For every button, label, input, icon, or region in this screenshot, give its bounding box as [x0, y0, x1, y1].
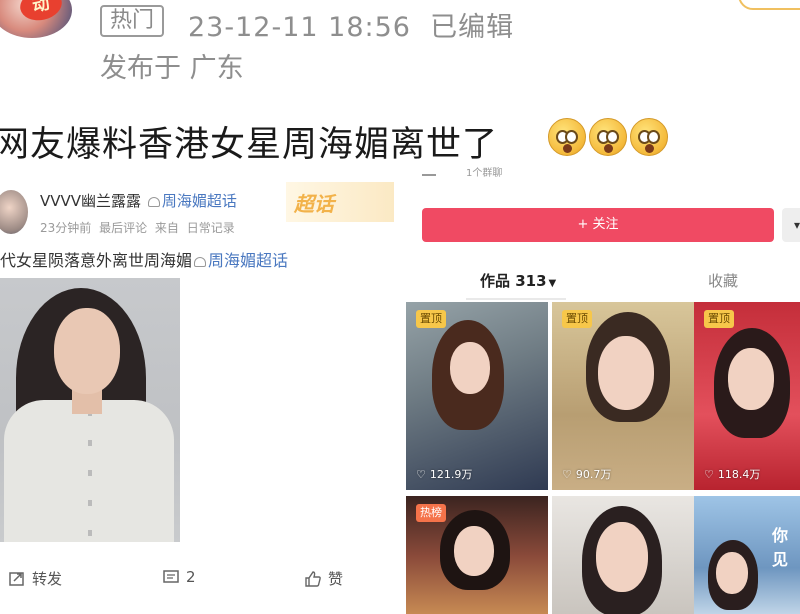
- tile-banner-text: 你见: [772, 526, 789, 569]
- post-headline: 网友爆料香港女星周海媚离世了: [0, 125, 499, 165]
- embedded-post-screenshot: VVVV幽兰露露 周海媚超话 超话 23分钟前 最后评论 来自 日常记录 代女星…: [0, 182, 394, 614]
- video-tile[interactable]: 置顶 ♡ 118.4万: [694, 302, 800, 490]
- shocked-emoji-icon: [548, 118, 586, 156]
- like-button[interactable]: 赞: [304, 568, 343, 589]
- timestamp-text: 23-12-11 18:56: [188, 12, 411, 43]
- video-tile[interactable]: 置顶 ♡ 121.9万: [406, 302, 548, 490]
- hotlist-badge: 热榜: [416, 504, 446, 522]
- follow-pill[interactable]: [738, 0, 800, 10]
- comment-icon: [163, 570, 179, 583]
- tab-indicator: [466, 298, 566, 300]
- heart-icon: ♡: [704, 467, 714, 481]
- thumbs-up-icon: [305, 570, 321, 587]
- group-icon: [422, 170, 436, 176]
- repost-button[interactable]: 转发: [8, 568, 62, 589]
- embedded-user-line: VVVV幽兰露露 周海媚超话: [40, 190, 237, 211]
- embedded-post-meta: 23分钟前 最后评论 来自 日常记录: [40, 221, 235, 235]
- caret-down-icon: ▼: [548, 278, 557, 289]
- repost-icon: [9, 571, 24, 586]
- comment-count: 2: [186, 568, 196, 586]
- like-count: ♡ 121.9万: [416, 466, 472, 482]
- embedded-post-actions: 转发 2 赞: [0, 568, 394, 596]
- profile-screenshot: 1个群聊 + 关注 ▾ 作品 313 ▼ 收藏 置顶 ♡ 121.9万 置顶 ♡ 90…: [404, 162, 800, 614]
- embedded-content-topic[interactable]: 周海媚超话: [208, 251, 288, 270]
- embedded-user-avatar[interactable]: [0, 190, 28, 234]
- embedded-content: 代女星陨落意外离世周海媚: [0, 251, 193, 270]
- hot-tag: 热门: [100, 5, 165, 37]
- video-tile[interactable]: 置顶 ♡ 90.7万: [552, 302, 694, 490]
- group-count: 1个群聊: [466, 168, 503, 179]
- profile-top-meta: 1个群聊: [422, 164, 502, 179]
- emoji-row: [548, 118, 668, 156]
- avatar-badge: 动: [17, 0, 65, 25]
- video-tile[interactable]: [552, 496, 694, 614]
- like-count: ♡ 118.4万: [704, 466, 760, 482]
- heart-icon: ♡: [416, 467, 426, 481]
- supertopic-icon: [194, 256, 207, 267]
- tab-works[interactable]: 作品 313 ▼: [480, 270, 556, 291]
- edited-label: 已编辑: [430, 12, 515, 43]
- tab-favorites[interactable]: 收藏: [708, 270, 738, 291]
- author-avatar[interactable]: 动: [0, 0, 72, 38]
- heart-icon: ♡: [562, 467, 572, 481]
- pinned-badge: 置顶: [562, 310, 592, 328]
- shocked-emoji-icon: [630, 118, 668, 156]
- post-location: 发布于 广东: [100, 53, 244, 84]
- repost-label: 转发: [32, 570, 63, 588]
- like-count: ♡ 90.7万: [562, 466, 611, 482]
- embedded-post-text: 代女星陨落意外离世周海媚 周海媚超话: [0, 247, 288, 271]
- pinned-badge: 置顶: [704, 310, 734, 328]
- like-label: 赞: [328, 570, 344, 588]
- shocked-emoji-icon: [589, 118, 627, 156]
- likes-value: 121.9万: [429, 468, 473, 481]
- post-timestamp: 23-12-11 18:56 已编辑: [188, 5, 514, 44]
- video-tile[interactable]: 你见: [694, 496, 800, 614]
- tab-works-label: 作品 313: [480, 272, 547, 290]
- supertopic-icon: [147, 196, 160, 207]
- likes-value: 90.7万: [575, 468, 612, 481]
- pinned-badge: 置顶: [416, 310, 446, 328]
- comment-button[interactable]: 2: [162, 568, 196, 586]
- embedded-post-photo[interactable]: [0, 278, 180, 542]
- embedded-topic-link[interactable]: 周海媚超话: [162, 192, 237, 210]
- follow-button[interactable]: + 关注: [422, 208, 774, 242]
- video-tile[interactable]: 热榜: [406, 496, 548, 614]
- supertopic-badge: 超话: [286, 182, 394, 222]
- likes-value: 118.4万: [717, 468, 761, 481]
- embedded-username[interactable]: VVVV幽兰露露: [40, 192, 141, 210]
- follow-more-button[interactable]: ▾: [782, 208, 800, 242]
